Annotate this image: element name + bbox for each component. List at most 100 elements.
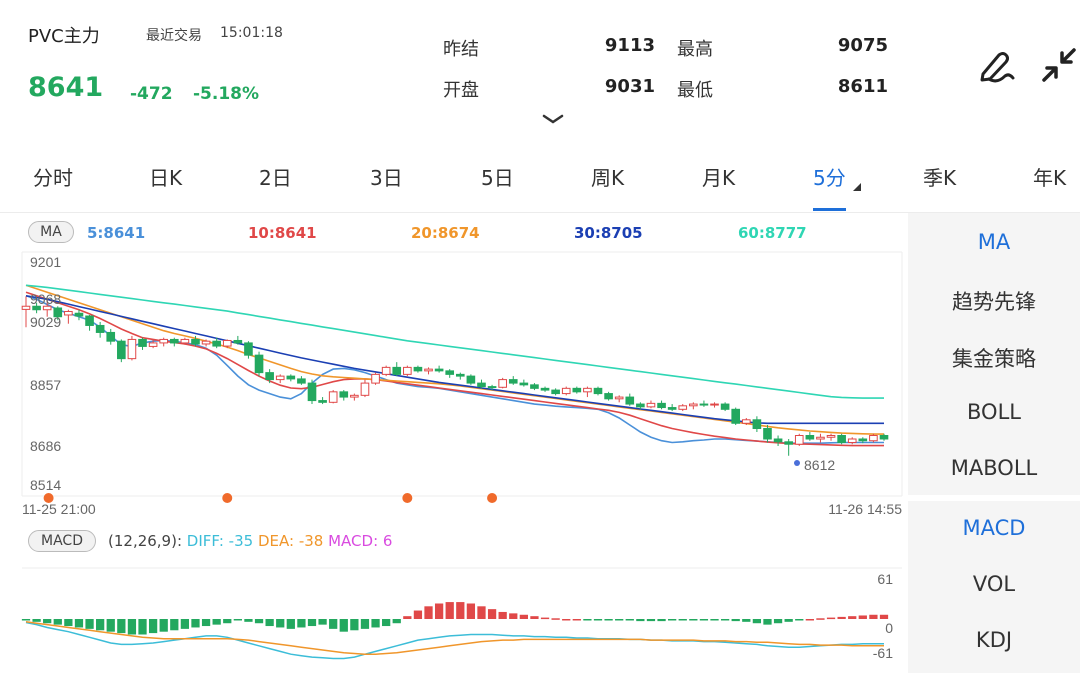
macd-bar [403, 616, 412, 619]
macd-bar [53, 619, 62, 625]
candle-body [593, 387, 603, 395]
macd-bar [678, 619, 687, 621]
macd-bar [710, 619, 719, 621]
tab-daily-k[interactable]: 日K [149, 162, 182, 191]
tab-5-day[interactable]: 5日 [481, 162, 514, 191]
macd-bar [742, 619, 751, 622]
chevron-down-icon[interactable] [541, 112, 565, 126]
macd-bar [668, 619, 677, 621]
candle-body [350, 394, 359, 398]
macd-bar [551, 618, 560, 620]
candle-body [74, 312, 84, 317]
side-item-macd[interactable]: MACD [908, 516, 1080, 540]
high-value: 9075 [837, 35, 888, 56]
candle-body [561, 387, 571, 395]
macd-bar [773, 619, 783, 624]
macd-bar [339, 619, 348, 632]
candle-body [106, 331, 116, 342]
shrink-icon[interactable] [1038, 44, 1080, 86]
macd-bar [530, 616, 539, 619]
low-value: 8611 [837, 76, 888, 97]
candle-body [572, 387, 582, 393]
macd-bar [96, 619, 105, 631]
signal-marker [487, 493, 498, 503]
candle-body [392, 366, 402, 375]
macd-bar [720, 619, 730, 621]
side-item-trend-pioneer[interactable]: 趋势先锋 [908, 286, 1080, 316]
side-item-boll[interactable]: BOLL [908, 400, 1080, 424]
tab-monthly-k[interactable]: 月K [702, 162, 735, 191]
side-item-kdj[interactable]: KDJ [908, 628, 1080, 652]
candle-body [328, 391, 338, 403]
tab-intraday[interactable]: 分时 [33, 162, 73, 191]
kline-chart[interactable]: 9201 8857 8686 8514 9068 9029 8612 11-25… [0, 250, 910, 673]
candle-body [286, 375, 296, 380]
candle-body [138, 338, 147, 347]
side-item-ma[interactable]: MA [908, 230, 1080, 254]
price-tick-2: 8857 [30, 377, 61, 393]
candle-body [763, 428, 772, 440]
macd-indicator-button[interactable]: MACD [28, 530, 96, 552]
candle-body [212, 340, 221, 347]
macd-bar [752, 619, 762, 624]
macd-tick-top: 61 [877, 571, 893, 587]
pen-icon[interactable] [975, 46, 1015, 86]
ma20-line [25, 284, 884, 435]
time-end: 11-26 14:55 [828, 501, 902, 517]
ma5-value: 5:8641 [87, 224, 146, 242]
candle-body [244, 342, 253, 356]
macd-bar [657, 619, 666, 622]
indicator-side-menu: MA 趋势先锋 集金策略 BOLL MABOLL MACD VOL KDJ [908, 213, 1080, 673]
candle-body [741, 419, 751, 424]
macd-bar [382, 619, 391, 627]
macd-bar [784, 619, 793, 622]
macd-bar [106, 619, 115, 632]
candle-body [434, 368, 444, 372]
candle-body [413, 366, 423, 372]
ma10-value: 10:8641 [248, 224, 317, 242]
candle-body [265, 372, 274, 381]
macd-bar [21, 619, 31, 621]
candle-body [689, 403, 698, 407]
high-label: 最高 [677, 39, 713, 60]
tab-quarterly-k[interactable]: 季K [923, 162, 956, 191]
price-change-percent: -5.18% [193, 84, 260, 104]
side-item-gold-strategy[interactable]: 集金策略 [908, 343, 1080, 373]
tab-3-day[interactable]: 3日 [370, 162, 403, 191]
candle-body [773, 438, 783, 443]
macd-bar [148, 619, 158, 634]
ma20-value: 20:8674 [411, 224, 480, 242]
low-point-marker [794, 460, 800, 466]
last-trade-label: 最近交易 [146, 28, 202, 44]
tab-5-minute[interactable]: 5分 [813, 162, 846, 191]
macd-bar [276, 619, 285, 628]
signal-marker [402, 493, 413, 503]
side-item-vol[interactable]: VOL [908, 572, 1080, 596]
tab-dropdown-icon[interactable] [853, 183, 861, 191]
candle-body [477, 382, 486, 388]
macd-bar [615, 619, 624, 621]
macd-tick-bottom: -61 [873, 645, 893, 661]
macd-bar [445, 602, 454, 619]
candle-body [169, 338, 179, 344]
macd-bar [593, 619, 603, 621]
ma-indicator-button[interactable]: MA [28, 221, 74, 243]
candle-body [816, 436, 825, 440]
macd-bar [371, 619, 380, 628]
candle-body [583, 387, 592, 393]
candle-body [371, 373, 380, 384]
open-annotation: 9029 [30, 314, 61, 330]
macd-bar [572, 619, 581, 621]
tab-yearly-k[interactable]: 年K [1033, 162, 1066, 191]
macd-bar [244, 619, 253, 622]
macd-bar [117, 619, 126, 634]
side-item-maboll[interactable]: MABOLL [908, 456, 1080, 480]
candle-body [455, 373, 465, 377]
candle-body [222, 339, 232, 347]
macd-value: MACD: 6 [328, 532, 393, 550]
tab-weekly-k[interactable]: 周K [591, 162, 624, 191]
macd-bar [869, 614, 878, 619]
macd-histogram [21, 602, 889, 635]
price-change: -472 [130, 84, 173, 104]
tab-2-day[interactable]: 2日 [259, 162, 292, 191]
